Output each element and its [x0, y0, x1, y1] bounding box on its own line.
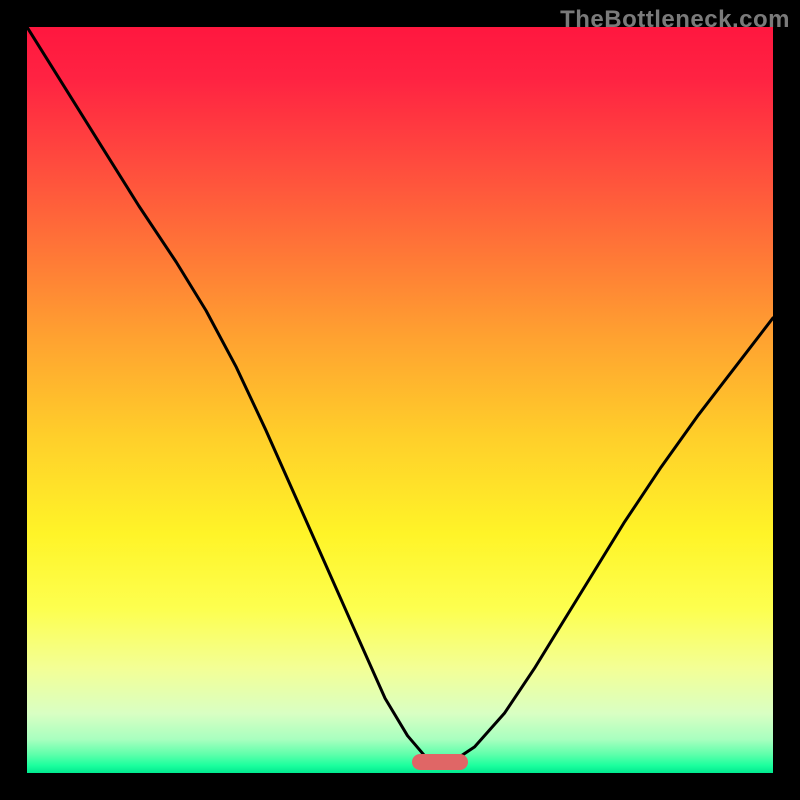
plot-area [27, 27, 773, 773]
chart-frame: TheBottleneck.com [0, 0, 800, 800]
watermark-text: TheBottleneck.com [560, 6, 790, 34]
optimal-marker [412, 754, 468, 770]
bottleneck-curve [27, 27, 773, 773]
